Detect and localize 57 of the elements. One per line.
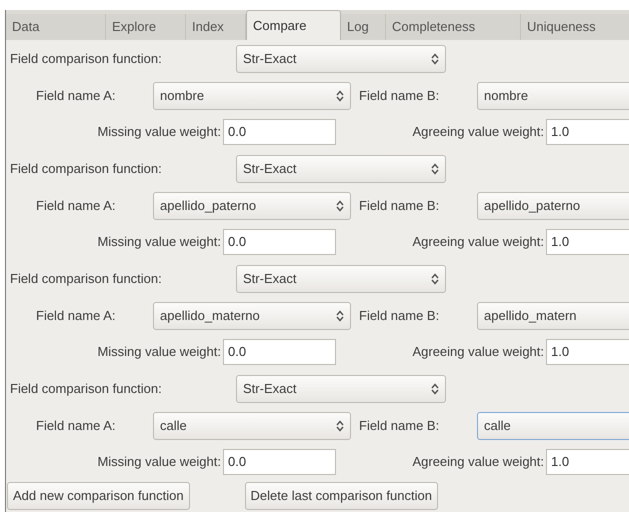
- field-label: Field name B:: [359, 416, 440, 435]
- field-label: Missing value weight:: [96, 232, 222, 251]
- field-label: Agreeing value weight:: [411, 342, 545, 361]
- input-field[interactable]: 0.0: [223, 338, 336, 364]
- dropdown[interactable]: Str-Exact: [236, 155, 446, 183]
- field-label: Field name A:: [36, 86, 116, 105]
- up-down-arrows-icon: [431, 163, 439, 175]
- dropdown[interactable]: calle: [477, 412, 629, 440]
- input-field[interactable]: 1.0: [546, 338, 629, 364]
- tab[interactable]: Explore: [106, 14, 186, 40]
- field-label: Field comparison function:: [10, 160, 163, 178]
- dropdown[interactable]: apellido_materno: [153, 302, 351, 330]
- dropdown[interactable]: Str-Exact: [236, 265, 446, 293]
- tab[interactable]: Data: [6, 14, 106, 40]
- tab[interactable]: Log: [341, 14, 386, 40]
- field-label: Missing value weight:: [96, 342, 222, 361]
- tab[interactable]: Index: [186, 14, 246, 40]
- up-down-arrows-icon: [336, 310, 344, 322]
- field-label: Field name B:: [359, 306, 440, 325]
- action-button[interactable]: Delete last comparison function: [244, 482, 438, 510]
- up-down-arrows-icon: [431, 273, 439, 285]
- input-field[interactable]: 1.0: [546, 448, 629, 474]
- input-field[interactable]: 1.0: [546, 228, 629, 254]
- input-field[interactable]: 0.0: [223, 228, 336, 254]
- up-down-arrows-icon: [336, 90, 344, 102]
- field-label: Field name B:: [359, 196, 440, 215]
- field-label: Field name A:: [36, 416, 116, 435]
- field-label: Field comparison function:: [10, 50, 163, 68]
- dropdown[interactable]: Str-Exact: [236, 375, 446, 403]
- dropdown[interactable]: Str-Exact: [236, 45, 446, 73]
- field-label: Agreeing value weight:: [411, 232, 545, 251]
- up-down-arrows-icon: [336, 420, 344, 432]
- field-label: Field comparison function:: [10, 270, 163, 288]
- dropdown[interactable]: apellido_matern: [477, 302, 629, 330]
- tab[interactable]: Completeness: [386, 14, 521, 40]
- action-button[interactable]: Add new comparison function: [7, 482, 190, 510]
- up-down-arrows-icon: [336, 200, 344, 212]
- input-field[interactable]: 0.0: [223, 448, 336, 474]
- dropdown[interactable]: apellido_paterno: [477, 192, 629, 220]
- field-label: Field name B:: [359, 86, 440, 105]
- field-label: Agreeing value weight:: [411, 452, 545, 471]
- input-field[interactable]: 1.0: [546, 118, 629, 144]
- field-label: Field comparison function:: [10, 380, 163, 398]
- dropdown[interactable]: apellido_paterno: [153, 192, 351, 220]
- tab[interactable]: Compare: [246, 10, 341, 40]
- dropdown[interactable]: nombre: [477, 82, 629, 110]
- dropdown[interactable]: calle: [153, 412, 351, 440]
- input-field[interactable]: 0.0: [223, 118, 336, 144]
- tab[interactable]: Uniqueness: [521, 14, 629, 40]
- field-label: Field name A:: [36, 196, 116, 215]
- field-label: Agreeing value weight:: [411, 122, 545, 141]
- field-label: Field name A:: [36, 306, 116, 325]
- dropdown[interactable]: nombre: [153, 82, 351, 110]
- up-down-arrows-icon: [431, 53, 439, 65]
- field-label: Missing value weight:: [96, 122, 222, 141]
- up-down-arrows-icon: [431, 383, 439, 395]
- field-label: Missing value weight:: [96, 452, 222, 471]
